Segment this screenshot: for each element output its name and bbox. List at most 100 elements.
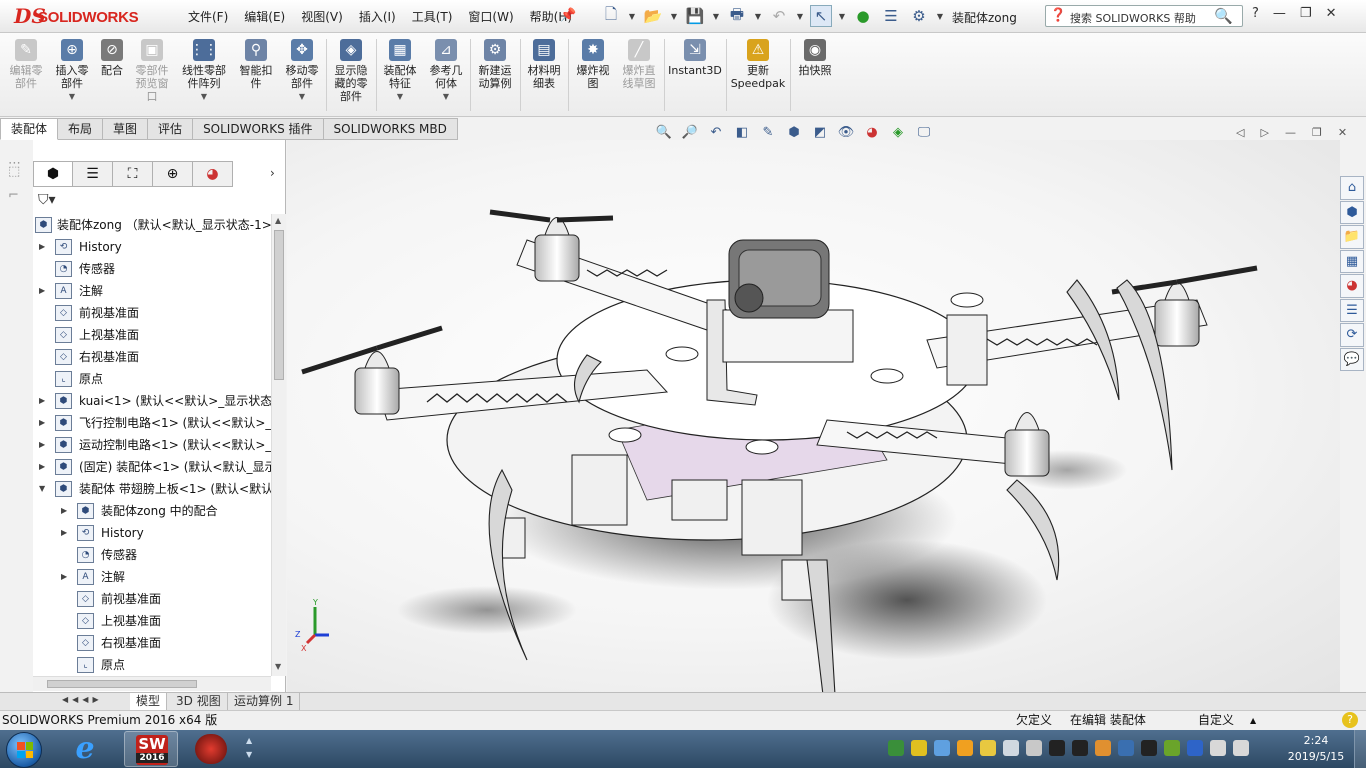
view-settings-icon[interactable]: 🖵 (915, 123, 933, 141)
edit-appearance-icon[interactable]: ◕ (863, 123, 881, 141)
tray-qq-icon[interactable] (1072, 740, 1088, 756)
sketch-tools-icon[interactable]: ⬚ (8, 164, 26, 180)
tab-assembly[interactable]: 装配体 (0, 118, 59, 140)
tray-app-icon[interactable] (1095, 740, 1111, 756)
design-library-icon[interactable]: ⬢ (1340, 200, 1364, 224)
assembly-features-button[interactable]: ▦ 装配体特征 ▼ (380, 39, 420, 103)
undo-icon[interactable]: ↶ (768, 5, 790, 27)
select-pointer-icon[interactable]: ↖ (810, 5, 832, 27)
search-icon[interactable]: 🔍 (1214, 7, 1233, 25)
scroll-thumb[interactable] (47, 680, 197, 688)
edit-component-button[interactable]: ✎ 编辑零部件 (6, 39, 46, 90)
tab-sketch[interactable]: 草图 (103, 118, 149, 140)
tray-signal-icon[interactable] (1210, 740, 1226, 756)
expand-arrow-icon[interactable]: ▶ (39, 456, 49, 478)
chevron-down-icon[interactable]: ▼ (443, 90, 449, 103)
tray-qq-icon[interactable] (1049, 740, 1065, 756)
linear-pattern-button[interactable]: ⋮⋮ 线性零部件阵列 ▼ (178, 39, 230, 103)
explode-line-sketch-button[interactable]: ╱ 爆炸直线草图 (618, 39, 660, 90)
expand-arrow-icon[interactable]: ▶ (39, 412, 49, 434)
tree-vertical-scrollbar[interactable]: ▲ ▼ (271, 214, 286, 676)
media-app-taskbar-button[interactable] (184, 731, 238, 767)
display-manager-tab-icon[interactable]: ◕ (193, 161, 233, 187)
scroll-up-icon[interactable]: ▲ (275, 216, 281, 225)
tray-security-icon[interactable] (888, 740, 904, 756)
expand-arrow-icon[interactable]: ▶ (61, 500, 71, 522)
rebuild-traffic-light-icon[interactable]: ● (852, 5, 874, 27)
menu-window[interactable]: 窗口(W) (460, 8, 521, 25)
component-preview-button[interactable]: ▣ 零部件预览窗口 (132, 39, 172, 103)
tab-model[interactable]: 模型 (130, 693, 168, 710)
show-hidden-components-button[interactable]: ◈ 显示隐藏的零部件 (330, 39, 372, 103)
new-document-icon[interactable]: 🗋 (600, 5, 622, 27)
chevron-right-icon[interactable]: › (270, 166, 275, 180)
help-icon[interactable]: ? (1252, 6, 1259, 21)
comments-icon[interactable]: 💬 (1340, 347, 1364, 371)
display-style-icon[interactable]: ◩ (811, 123, 829, 141)
tray-network-icon[interactable] (1118, 740, 1134, 756)
menu-file[interactable]: 文件(F) (180, 8, 236, 25)
instant3d-button[interactable]: ⇲ Instant3D (668, 39, 722, 77)
chevron-down-icon[interactable]: ▼ (628, 5, 636, 27)
expand-arrow-icon[interactable]: ▶ (61, 522, 71, 544)
tab-navigation-arrows[interactable]: ◀◀◀▶ (62, 695, 103, 704)
menu-tools[interactable]: 工具(T) (404, 8, 461, 25)
hide-show-items-icon[interactable]: 👁 (837, 123, 855, 141)
save-icon[interactable]: 💾 (684, 5, 706, 27)
close-icon[interactable]: ✕ (1338, 126, 1347, 139)
custom-properties-icon[interactable]: ☰ (1340, 298, 1364, 322)
filter-icon[interactable]: ⛉▾ (38, 192, 56, 208)
tray-cloud-icon[interactable] (1003, 740, 1019, 756)
reference-geometry-button[interactable]: ⊿ 参考几何体 ▼ (426, 39, 466, 103)
view-palette-icon[interactable]: ▦ (1340, 249, 1364, 273)
tray-nvidia-icon[interactable] (1164, 740, 1180, 756)
feature-tree-tab-icon[interactable]: ⬢ (33, 161, 73, 187)
start-button[interactable] (6, 732, 42, 768)
solidworks-logo[interactable]: DS SOLIDWORKS (14, 4, 154, 30)
tab-3d-view[interactable]: 3D 视图 (170, 693, 228, 710)
help-search-box[interactable]: ❓ 搜索 SOLIDWORKS 帮助 🔍 (1045, 5, 1243, 27)
zoom-to-fit-icon[interactable]: 🔍 (655, 123, 673, 141)
zoom-to-area-icon[interactable]: 🔎 (681, 123, 699, 141)
minimize-icon[interactable]: — (1273, 6, 1286, 21)
pin-icon[interactable]: 📌 (560, 8, 576, 23)
close-icon[interactable]: ✕ (1326, 6, 1337, 21)
previous-view-icon[interactable]: ↶ (707, 123, 725, 141)
show-desktop-button[interactable] (1354, 730, 1366, 768)
chevron-down-icon[interactable]: ▼ (936, 5, 944, 27)
file-properties-icon[interactable]: ☰ (880, 5, 902, 27)
menu-view[interactable]: 视图(V) (293, 8, 351, 25)
tab-addins[interactable]: SOLIDWORKS 插件 (193, 118, 324, 140)
units-up-icon[interactable]: ▲ (1250, 711, 1256, 730)
restore-icon[interactable]: ❐ (1312, 126, 1322, 139)
open-folder-icon[interactable]: 📂 (642, 5, 664, 27)
line-tool-icon[interactable]: ⌐ (8, 188, 26, 204)
take-snapshot-button[interactable]: ◉ 拍快照 (794, 39, 836, 77)
tab-mbd[interactable]: SOLIDWORKS MBD (323, 118, 458, 140)
tray-wifi-app-icon[interactable] (957, 740, 973, 756)
mate-button[interactable]: ⊘ 配合 (98, 39, 126, 77)
collapse-right-icon[interactable]: ▷ (1260, 126, 1268, 139)
move-component-button[interactable]: ✥ 移动零部件 ▼ (282, 39, 322, 103)
exploded-view-button[interactable]: ✸ 爆炸视图 (572, 39, 614, 90)
chevron-down-icon[interactable]: ▼ (397, 90, 403, 103)
system-clock[interactable]: 2:24 2019/5/15 (1284, 733, 1348, 765)
quick-tips-icon[interactable]: ? (1342, 712, 1358, 728)
scroll-thumb[interactable] (274, 230, 284, 380)
chevron-down-icon[interactable]: ▼ (670, 5, 678, 27)
smart-fasteners-button[interactable]: ⚲ 智能扣件 (236, 39, 276, 90)
expand-arrow-icon[interactable]: ▶ (39, 434, 49, 456)
chevron-down-icon[interactable]: ▼ (838, 5, 846, 27)
tray-bluetooth-icon[interactable] (1187, 740, 1203, 756)
status-units[interactable]: 自定义 (1198, 711, 1234, 730)
configuration-manager-tab-icon[interactable]: ⛶ (113, 161, 153, 187)
update-speedpak-button[interactable]: ⚠ 更新Speedpak (730, 39, 786, 90)
view-orientation-icon[interactable]: ⬢ (785, 123, 803, 141)
tray-shield-icon[interactable] (934, 740, 950, 756)
solidworks-taskbar-button[interactable]: SW 2016 (124, 731, 178, 767)
chevron-down-icon[interactable]: ▼ (299, 90, 305, 103)
chevron-down-icon[interactable]: ▼ (69, 90, 75, 103)
collapse-left-icon[interactable]: ◁ (1236, 126, 1244, 139)
scroll-down-icon[interactable]: ▼ (275, 662, 281, 671)
tray-chat-icon[interactable] (980, 740, 996, 756)
